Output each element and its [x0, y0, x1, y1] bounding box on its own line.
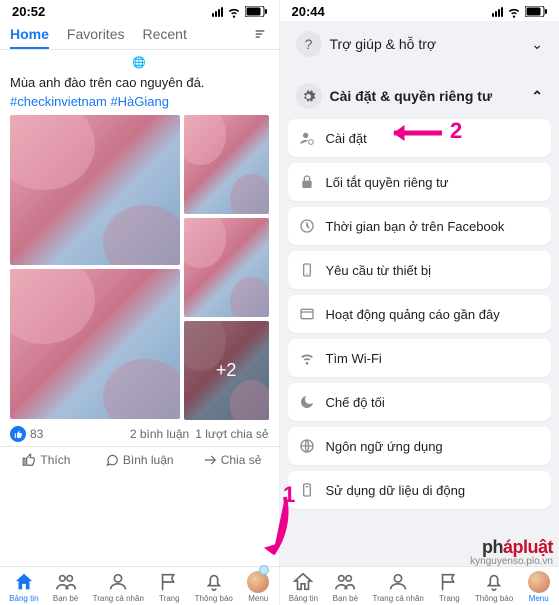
home-icon — [13, 571, 35, 593]
chevron-down-icon: ⌄ — [531, 36, 543, 53]
thumbs-up-icon — [22, 453, 36, 467]
ads-icon — [298, 305, 316, 323]
nav-feed[interactable]: Bảng tin — [9, 571, 38, 603]
nav-feed[interactable]: Bảng tin — [289, 571, 318, 603]
reactions-bar[interactable]: 83 2 bình luận 1 lượt chia sẻ — [0, 420, 279, 446]
photo-more[interactable]: +2 — [184, 321, 269, 420]
comment-button[interactable]: Bình luận — [93, 447, 186, 473]
nav-pages[interactable]: Trang — [158, 571, 180, 603]
comment-icon — [105, 453, 119, 467]
menu-item-cellular-data[interactable]: Sử dụng dữ liệu di động — [288, 471, 552, 509]
menu-avatar-icon — [528, 571, 550, 593]
status-indicators — [492, 5, 547, 19]
status-bar: 20:52 — [0, 0, 279, 21]
profile-icon — [107, 571, 129, 593]
bell-icon — [203, 571, 225, 593]
settings-menu[interactable]: ? Trợ giúp & hỗ trợ ⌄ Cài đặt & quyền ri… — [280, 21, 559, 566]
flag-icon — [438, 571, 460, 593]
privacy-globe-icon: 🌐 — [10, 56, 269, 69]
share-icon — [203, 453, 217, 467]
menu-item-privacy-shortcuts[interactable]: Lối tắt quyền riêng tư — [288, 163, 552, 201]
post-hashtags[interactable]: #checkinvietnam #HàGiang — [10, 94, 269, 109]
tab-recent[interactable]: Recent — [142, 26, 186, 42]
clock-icon — [298, 217, 316, 235]
cursor-indicator — [259, 565, 269, 575]
status-indicators — [212, 5, 267, 19]
status-bar: 20:44 — [280, 0, 559, 21]
battery-icon — [245, 6, 267, 17]
nav-friends[interactable]: Bạn bè — [333, 571, 358, 603]
profile-icon — [387, 571, 409, 593]
annotation-label-2: 2 — [450, 118, 462, 144]
comment-count[interactable]: 2 bình luận — [130, 427, 189, 441]
post-gallery[interactable]: +2 — [0, 109, 279, 420]
nav-notifications[interactable]: Thông báo — [475, 571, 513, 603]
tab-home[interactable]: Home — [10, 26, 49, 42]
share-count[interactable]: 1 lượt chia sẻ — [195, 427, 268, 441]
device-icon — [298, 261, 316, 279]
friends-icon — [334, 571, 356, 593]
menu-item-dark-mode[interactable]: Chế độ tối — [288, 383, 552, 421]
bottom-nav: Bảng tin Bạn bè Trang cá nhân Trang Thôn… — [280, 566, 559, 605]
post-caption: Mùa anh đào trên cao nguyên đá. — [10, 75, 269, 90]
menu-item-find-wifi[interactable]: Tìm Wi-Fi — [288, 339, 552, 377]
nav-profile[interactable]: Trang cá nhân — [93, 571, 144, 603]
moon-icon — [298, 393, 316, 411]
section-help[interactable]: ? Trợ giúp & hỗ trợ ⌄ — [288, 21, 552, 67]
language-icon — [298, 437, 316, 455]
menu-item-recent-ads[interactable]: Hoạt động quảng cáo gần đây — [288, 295, 552, 333]
section-settings-privacy[interactable]: Cài đặt & quyền riêng tư ⌃ — [288, 73, 552, 119]
bottom-nav: Bảng tin Bạn bè Trang cá nhân Trang Thôn… — [0, 566, 279, 605]
photo-2[interactable] — [10, 269, 180, 419]
bell-icon — [483, 571, 505, 593]
tab-favorites[interactable]: Favorites — [67, 26, 125, 42]
nav-menu[interactable]: Menu — [247, 571, 269, 603]
photo-3[interactable] — [184, 115, 269, 214]
home-icon — [292, 571, 314, 593]
nav-profile[interactable]: Trang cá nhân — [373, 571, 424, 603]
wifi-icon — [507, 5, 521, 19]
photo-1[interactable] — [10, 115, 180, 265]
battery-icon — [525, 6, 547, 17]
menu-item-app-language[interactable]: Ngôn ngữ ứng dụng — [288, 427, 552, 465]
person-gear-icon — [298, 129, 316, 147]
nav-notifications[interactable]: Thông báo — [195, 571, 233, 603]
wifi-menu-icon — [298, 349, 316, 367]
post-actions: Thích Bình luận Chia sẻ — [0, 446, 279, 473]
signal-icon — [492, 7, 503, 17]
like-button[interactable]: Thích — [0, 447, 93, 473]
gear-icon — [296, 83, 322, 109]
menu-item-device-requests[interactable]: Yêu cầu từ thiết bị — [288, 251, 552, 289]
signal-icon — [212, 7, 223, 17]
wifi-icon — [227, 5, 241, 19]
screen-feed: 20:52 Home Favorites Recent 🌐 Mùa anh đà… — [0, 0, 280, 605]
screen-menu: 20:44 ? Trợ giúp & hỗ trợ ⌄ Cài đặt & qu… — [280, 0, 559, 605]
photo-4[interactable] — [184, 218, 269, 317]
like-count: 83 — [30, 427, 43, 441]
post: 🌐 Mùa anh đào trên cao nguyên đá. #check… — [0, 50, 279, 109]
friends-icon — [55, 571, 77, 593]
nav-menu[interactable]: Menu — [528, 571, 550, 603]
cellular-icon — [298, 481, 316, 499]
status-time: 20:52 — [12, 4, 45, 19]
flag-icon — [158, 571, 180, 593]
chevron-up-icon: ⌃ — [531, 88, 543, 105]
lock-icon — [298, 173, 316, 191]
like-count-icon — [10, 426, 26, 442]
menu-item-settings[interactable]: Cài đặt — [288, 119, 552, 157]
sort-icon[interactable] — [251, 25, 269, 43]
status-time: 20:44 — [292, 4, 325, 19]
settings-items: Cài đặt Lối tắt quyền riêng tư Thời gian… — [288, 119, 552, 509]
annotation-label-1: 1 — [283, 482, 295, 508]
help-icon: ? — [296, 31, 322, 57]
nav-pages[interactable]: Trang — [438, 571, 460, 603]
feed-tabs: Home Favorites Recent — [0, 21, 279, 50]
watermark: phápluật kynguyenso.plo.vn — [470, 538, 553, 567]
menu-item-time-on-facebook[interactable]: Thời gian bạn ở trên Facebook — [288, 207, 552, 245]
more-photos-overlay: +2 — [184, 321, 269, 420]
nav-friends[interactable]: Bạn bè — [53, 571, 78, 603]
share-button[interactable]: Chia sẻ — [186, 447, 279, 473]
